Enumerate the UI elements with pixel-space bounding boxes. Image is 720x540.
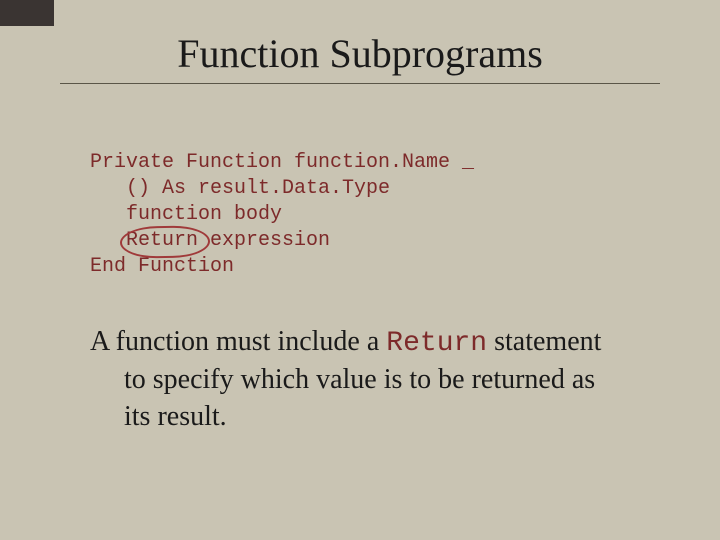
code-line-5: End Function: [90, 255, 234, 278]
para-line-2: to specify which value is to be returned…: [90, 362, 630, 398]
code-block: Private Function function.Name _ () As r…: [90, 124, 660, 280]
code-line-3: function body: [90, 203, 282, 226]
code-line-4-post: expression: [198, 229, 330, 252]
code-line-2: () As result.Data.Type: [90, 177, 390, 200]
slide: Function Subprograms Private Function fu…: [0, 0, 720, 540]
slide-title: Function Subprograms: [60, 30, 660, 77]
code-line-1: Private Function function.Name _: [90, 151, 474, 174]
return-keyword-wrap: Return: [126, 228, 198, 254]
return-keyword: Return: [126, 229, 198, 252]
para-part-2: statement: [487, 326, 601, 357]
code-line-4-pre: [90, 229, 126, 252]
body-paragraph: A function must include a Return stateme…: [90, 324, 630, 435]
title-rule: [60, 83, 660, 84]
para-mono: Return: [386, 328, 487, 359]
para-part-1: A function must include a: [90, 326, 386, 357]
para-line-3: its result.: [90, 399, 630, 435]
corner-decoration: [0, 0, 54, 26]
